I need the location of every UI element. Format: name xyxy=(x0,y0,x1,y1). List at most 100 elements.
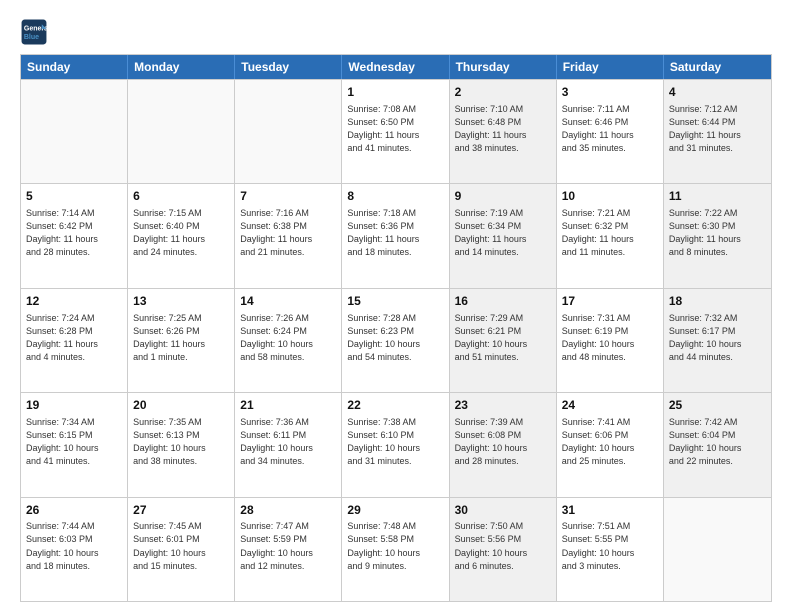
calendar: SundayMondayTuesdayWednesdayThursdayFrid… xyxy=(20,54,772,602)
calendar-cell: 25Sunrise: 7:42 AM Sunset: 6:04 PM Dayli… xyxy=(664,393,771,496)
day-number: 7 xyxy=(240,188,336,205)
cell-info: Sunrise: 7:10 AM Sunset: 6:48 PM Dayligh… xyxy=(455,103,551,155)
day-number: 2 xyxy=(455,84,551,101)
cell-info: Sunrise: 7:47 AM Sunset: 5:59 PM Dayligh… xyxy=(240,520,336,572)
day-number: 18 xyxy=(669,293,766,310)
day-number: 4 xyxy=(669,84,766,101)
calendar-cell: 17Sunrise: 7:31 AM Sunset: 6:19 PM Dayli… xyxy=(557,289,664,392)
calendar-cell: 23 Sunrise: 7:39 AM Sunset: 6:08 PM Dayli… xyxy=(450,393,557,496)
calendar-cell: 10 Sunrise: 7:21 AM Sunset: 6:32 PM Dayli… xyxy=(557,184,664,287)
cell-info: Sunrise: 7:28 AM Sunset: 6:23 PM Dayligh… xyxy=(347,312,443,364)
calendar-cell: 13 Sunrise: 7:25 AM Sunset: 6:26 PM Dayli… xyxy=(128,289,235,392)
day-number: 20 xyxy=(133,397,229,414)
cell-info: Sunrise: 7:16 AM Sunset: 6:38 PM Dayligh… xyxy=(240,207,336,259)
day-number: 6 xyxy=(133,188,229,205)
cell-info: Sunrise: 7:12 AM Sunset: 6:44 PM Dayligh… xyxy=(669,103,766,155)
day-number: 24 xyxy=(562,397,658,414)
header-day-monday: Monday xyxy=(128,55,235,79)
calendar-cell: 1 Sunrise: 7:08 AM Sunset: 6:50 PM Daylig… xyxy=(342,80,449,183)
cell-info: Sunrise: 7:08 AM Sunset: 6:50 PM Dayligh… xyxy=(347,103,443,155)
calendar-cell: 9Sunrise: 7:19 AM Sunset: 6:34 PM Daylig… xyxy=(450,184,557,287)
calendar-cell: 5Sunrise: 7:14 AM Sunset: 6:42 PM Daylig… xyxy=(21,184,128,287)
day-number: 26 xyxy=(26,502,122,519)
day-number: 25 xyxy=(669,397,766,414)
calendar-week-4: 19 Sunrise: 7:34 AM Sunset: 6:15 PM Dayli… xyxy=(21,392,771,496)
day-number: 3 xyxy=(562,84,658,101)
day-number: 22 xyxy=(347,397,443,414)
svg-text:Blue: Blue xyxy=(24,34,39,41)
calendar-cell: 20 Sunrise: 7:35 AM Sunset: 6:13 PM Dayli… xyxy=(128,393,235,496)
page: General Blue SundayMondayTuesdayWednesda… xyxy=(0,0,792,612)
calendar-cell: 16 Sunrise: 7:29 AM Sunset: 6:21 PM Dayli… xyxy=(450,289,557,392)
calendar-cell: 7 Sunrise: 7:16 AM Sunset: 6:38 PM Daylig… xyxy=(235,184,342,287)
calendar-cell: 15Sunrise: 7:28 AM Sunset: 6:23 PM Dayli… xyxy=(342,289,449,392)
calendar-cell: 27Sunrise: 7:45 AM Sunset: 6:01 PM Dayli… xyxy=(128,498,235,601)
calendar-week-3: 12Sunrise: 7:24 AM Sunset: 6:28 PM Dayli… xyxy=(21,288,771,392)
cell-info: Sunrise: 7:48 AM Sunset: 5:58 PM Dayligh… xyxy=(347,520,443,572)
cell-info: Sunrise: 7:24 AM Sunset: 6:28 PM Dayligh… xyxy=(26,312,122,364)
day-number: 1 xyxy=(347,84,443,101)
calendar-cell: 14 Sunrise: 7:26 AM Sunset: 6:24 PM Dayli… xyxy=(235,289,342,392)
cell-info: Sunrise: 7:44 AM Sunset: 6:03 PM Dayligh… xyxy=(26,520,122,572)
cell-info: Sunrise: 7:45 AM Sunset: 6:01 PM Dayligh… xyxy=(133,520,229,572)
day-number: 30 xyxy=(455,502,551,519)
calendar-cell: 12Sunrise: 7:24 AM Sunset: 6:28 PM Dayli… xyxy=(21,289,128,392)
calendar-cell: 19 Sunrise: 7:34 AM Sunset: 6:15 PM Dayli… xyxy=(21,393,128,496)
calendar-week-1: 1 Sunrise: 7:08 AM Sunset: 6:50 PM Daylig… xyxy=(21,79,771,183)
cell-info: Sunrise: 7:21 AM Sunset: 6:32 PM Dayligh… xyxy=(562,207,658,259)
cell-info: Sunrise: 7:51 AM Sunset: 5:55 PM Dayligh… xyxy=(562,520,658,572)
calendar-header: SundayMondayTuesdayWednesdayThursdayFrid… xyxy=(21,55,771,79)
header-day-sunday: Sunday xyxy=(21,55,128,79)
header: General Blue xyxy=(20,18,772,46)
calendar-cell xyxy=(128,80,235,183)
day-number: 10 xyxy=(562,188,658,205)
calendar-cell: 24 Sunrise: 7:41 AM Sunset: 6:06 PM Dayli… xyxy=(557,393,664,496)
day-number: 31 xyxy=(562,502,658,519)
cell-info: Sunrise: 7:29 AM Sunset: 6:21 PM Dayligh… xyxy=(455,312,551,364)
calendar-cell: 18 Sunrise: 7:32 AM Sunset: 6:17 PM Dayli… xyxy=(664,289,771,392)
calendar-cell: 4 Sunrise: 7:12 AM Sunset: 6:44 PM Daylig… xyxy=(664,80,771,183)
cell-info: Sunrise: 7:41 AM Sunset: 6:06 PM Dayligh… xyxy=(562,416,658,468)
calendar-body: 1 Sunrise: 7:08 AM Sunset: 6:50 PM Daylig… xyxy=(21,79,771,601)
day-number: 16 xyxy=(455,293,551,310)
calendar-cell: 26Sunrise: 7:44 AM Sunset: 6:03 PM Dayli… xyxy=(21,498,128,601)
calendar-cell xyxy=(664,498,771,601)
calendar-cell xyxy=(21,80,128,183)
day-number: 27 xyxy=(133,502,229,519)
calendar-cell: 6Sunrise: 7:15 AM Sunset: 6:40 PM Daylig… xyxy=(128,184,235,287)
day-number: 13 xyxy=(133,293,229,310)
calendar-cell: 29Sunrise: 7:48 AM Sunset: 5:58 PM Dayli… xyxy=(342,498,449,601)
calendar-cell: 22Sunrise: 7:38 AM Sunset: 6:10 PM Dayli… xyxy=(342,393,449,496)
cell-info: Sunrise: 7:26 AM Sunset: 6:24 PM Dayligh… xyxy=(240,312,336,364)
cell-info: Sunrise: 7:11 AM Sunset: 6:46 PM Dayligh… xyxy=(562,103,658,155)
calendar-cell: 31Sunrise: 7:51 AM Sunset: 5:55 PM Dayli… xyxy=(557,498,664,601)
calendar-cell: 8Sunrise: 7:18 AM Sunset: 6:36 PM Daylig… xyxy=(342,184,449,287)
day-number: 17 xyxy=(562,293,658,310)
cell-info: Sunrise: 7:34 AM Sunset: 6:15 PM Dayligh… xyxy=(26,416,122,468)
cell-info: Sunrise: 7:19 AM Sunset: 6:34 PM Dayligh… xyxy=(455,207,551,259)
cell-info: Sunrise: 7:39 AM Sunset: 6:08 PM Dayligh… xyxy=(455,416,551,468)
cell-info: Sunrise: 7:14 AM Sunset: 6:42 PM Dayligh… xyxy=(26,207,122,259)
day-number: 8 xyxy=(347,188,443,205)
calendar-cell: 28Sunrise: 7:47 AM Sunset: 5:59 PM Dayli… xyxy=(235,498,342,601)
day-number: 29 xyxy=(347,502,443,519)
cell-info: Sunrise: 7:35 AM Sunset: 6:13 PM Dayligh… xyxy=(133,416,229,468)
cell-info: Sunrise: 7:25 AM Sunset: 6:26 PM Dayligh… xyxy=(133,312,229,364)
cell-info: Sunrise: 7:50 AM Sunset: 5:56 PM Dayligh… xyxy=(455,520,551,572)
calendar-cell: 11Sunrise: 7:22 AM Sunset: 6:30 PM Dayli… xyxy=(664,184,771,287)
header-day-tuesday: Tuesday xyxy=(235,55,342,79)
calendar-cell xyxy=(235,80,342,183)
day-number: 14 xyxy=(240,293,336,310)
calendar-week-5: 26Sunrise: 7:44 AM Sunset: 6:03 PM Dayli… xyxy=(21,497,771,601)
calendar-cell: 30Sunrise: 7:50 AM Sunset: 5:56 PM Dayli… xyxy=(450,498,557,601)
logo-icon: General Blue xyxy=(20,18,48,46)
day-number: 21 xyxy=(240,397,336,414)
cell-info: Sunrise: 7:32 AM Sunset: 6:17 PM Dayligh… xyxy=(669,312,766,364)
day-number: 19 xyxy=(26,397,122,414)
header-day-wednesday: Wednesday xyxy=(342,55,449,79)
cell-info: Sunrise: 7:36 AM Sunset: 6:11 PM Dayligh… xyxy=(240,416,336,468)
day-number: 23 xyxy=(455,397,551,414)
day-number: 28 xyxy=(240,502,336,519)
calendar-cell: 21 Sunrise: 7:36 AM Sunset: 6:11 PM Dayli… xyxy=(235,393,342,496)
calendar-cell: 2 Sunrise: 7:10 AM Sunset: 6:48 PM Daylig… xyxy=(450,80,557,183)
